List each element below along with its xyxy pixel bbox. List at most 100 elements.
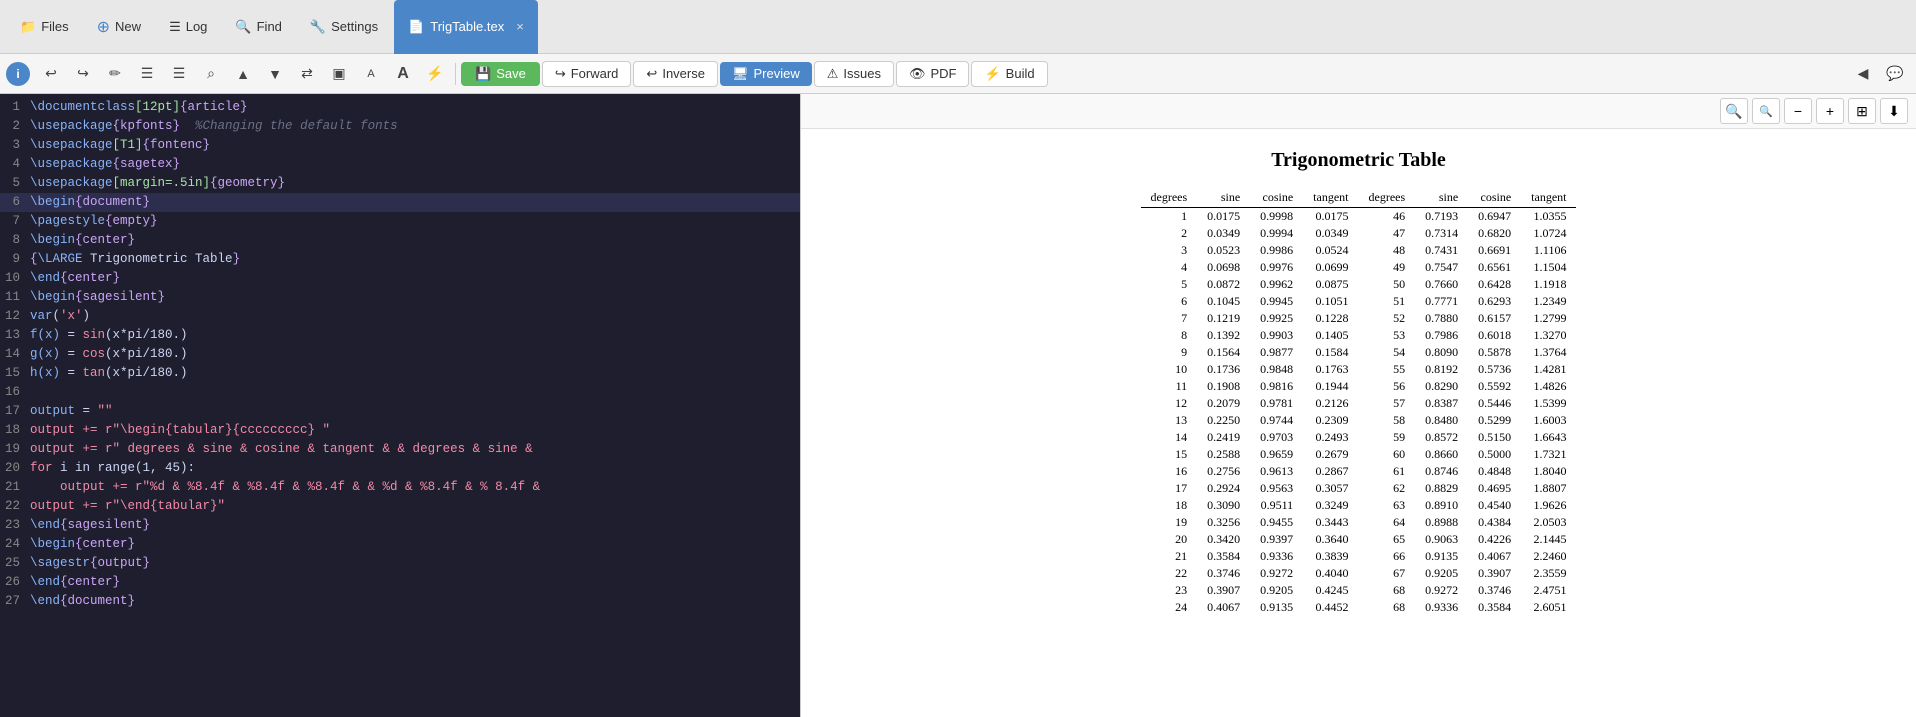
table-cell: 0.8290 bbox=[1415, 378, 1468, 395]
preview-button[interactable]: 🖥 Preview bbox=[720, 62, 812, 86]
build-label: Build bbox=[1006, 66, 1035, 81]
table-cell: 0.6820 bbox=[1468, 225, 1521, 242]
active-tab[interactable]: 📄 TrigTable.tex × bbox=[394, 0, 538, 54]
table-cell: 0.3420 bbox=[1197, 531, 1250, 548]
forward-button[interactable]: ↪ Forward bbox=[542, 61, 632, 87]
table-header: sine bbox=[1197, 188, 1250, 208]
table-cell: 0.2679 bbox=[1303, 446, 1358, 463]
table-cell: 0.8480 bbox=[1415, 412, 1468, 429]
table-cell: 2.6051 bbox=[1521, 599, 1576, 616]
table-cell: 57 bbox=[1359, 395, 1416, 412]
code-line: 9{\LARGE Trigonometric Table} bbox=[0, 250, 800, 269]
tab-close-button[interactable]: × bbox=[516, 19, 524, 34]
arrows-button[interactable]: ⇄ bbox=[292, 60, 322, 88]
undo-button[interactable]: ↩ bbox=[36, 60, 66, 88]
table-cell: 65 bbox=[1359, 531, 1416, 548]
files-button[interactable]: 📁 Files bbox=[8, 13, 81, 41]
table-cell: 0.4540 bbox=[1468, 497, 1521, 514]
up-button[interactable]: ▲ bbox=[228, 60, 258, 88]
code-line: 13f(x) = sin(x*pi/180.) bbox=[0, 326, 800, 345]
table-cell: 0.1584 bbox=[1303, 344, 1358, 361]
download-button[interactable]: ⬇ bbox=[1880, 98, 1908, 124]
zoom-plus-button[interactable]: + bbox=[1816, 98, 1844, 124]
table-cell: 0.9976 bbox=[1250, 259, 1303, 276]
table-cell: 0.9336 bbox=[1250, 548, 1303, 565]
split-button[interactable]: ▣ bbox=[324, 60, 354, 88]
a-small-button[interactable]: A bbox=[356, 60, 386, 88]
table-cell: 3 bbox=[1141, 242, 1198, 259]
new-button[interactable]: ⊕ New bbox=[85, 11, 153, 43]
line-number: 11 bbox=[0, 288, 30, 307]
table-cell: 0.0523 bbox=[1197, 242, 1250, 259]
list1-button[interactable]: ☰ bbox=[132, 60, 162, 88]
table-cell: 55 bbox=[1359, 361, 1416, 378]
code-line: 2\usepackage{kpfonts} %Changing the defa… bbox=[0, 117, 800, 136]
table-cell: 0.4067 bbox=[1197, 599, 1250, 616]
code-editor[interactable]: 1\documentclass[12pt]{article}2\usepacka… bbox=[0, 94, 800, 717]
table-cell: 1.5399 bbox=[1521, 395, 1576, 412]
table-cell: 0.5299 bbox=[1468, 412, 1521, 429]
line-number: 9 bbox=[0, 250, 30, 269]
table-cell: 0.0349 bbox=[1303, 225, 1358, 242]
build-button[interactable]: ⚡ Build bbox=[971, 61, 1047, 87]
log-button[interactable]: ☰ Log bbox=[157, 13, 219, 41]
line-content: \sagestr{output} bbox=[30, 554, 800, 573]
code-line: 3\usepackage[T1]{fontenc} bbox=[0, 136, 800, 155]
table-cell: 0.9994 bbox=[1250, 225, 1303, 242]
table-cell: 0.9744 bbox=[1250, 412, 1303, 429]
table-cell: 0.9945 bbox=[1250, 293, 1303, 310]
inverse-button[interactable]: ↩ Inverse bbox=[633, 61, 718, 87]
find-button[interactable]: 🔍 Find bbox=[223, 13, 293, 41]
collapse-button[interactable]: ◀ bbox=[1848, 60, 1878, 88]
pdf-label: PDF bbox=[930, 66, 956, 81]
table-cell: 0.5446 bbox=[1468, 395, 1521, 412]
table-cell: 10 bbox=[1141, 361, 1198, 378]
info-badge: i bbox=[6, 62, 30, 86]
table-cell: 0.4245 bbox=[1303, 582, 1358, 599]
zoom-minus-button[interactable]: − bbox=[1784, 98, 1812, 124]
table-header: tangent bbox=[1521, 188, 1576, 208]
zoom-search-out-button[interactable]: 🔍 bbox=[1752, 98, 1780, 124]
search-button[interactable]: ⌕ bbox=[196, 60, 226, 88]
settings-icon: 🔧 bbox=[310, 19, 326, 35]
table-cell: 0.1219 bbox=[1197, 310, 1250, 327]
table-cell: 0.9903 bbox=[1250, 327, 1303, 344]
table-cell: 0.0872 bbox=[1197, 276, 1250, 293]
format-button[interactable]: ✏ bbox=[100, 60, 130, 88]
settings-button[interactable]: 🔧 Settings bbox=[298, 13, 390, 41]
toolbar: i ↩ ↪ ✏ ☰ ☰ ⌕ ▲ ▼ ⇄ ▣ A A ⚡ 💾 Save ↪ For… bbox=[0, 54, 1916, 94]
table-cell: 0.9781 bbox=[1250, 395, 1303, 412]
table-cell: 0.3584 bbox=[1197, 548, 1250, 565]
issues-button[interactable]: ⚠ Issues bbox=[814, 61, 894, 87]
lightning-button[interactable]: ⚡ bbox=[420, 60, 450, 88]
table-cell: 0.9986 bbox=[1250, 242, 1303, 259]
table-cell: 46 bbox=[1359, 208, 1416, 226]
list2-button[interactable]: ☰ bbox=[164, 60, 194, 88]
chat-button[interactable]: 💬 bbox=[1880, 60, 1910, 88]
pdf-button[interactable]: 👁 PDF bbox=[896, 61, 970, 87]
table-cell: 0.9659 bbox=[1250, 446, 1303, 463]
zoom-search-in-button[interactable]: 🔍 bbox=[1720, 98, 1748, 124]
main-area: 1\documentclass[12pt]{article}2\usepacka… bbox=[0, 94, 1916, 717]
line-content: \end{sagesilent} bbox=[30, 516, 800, 535]
table-header: cosine bbox=[1250, 188, 1303, 208]
save-label: Save bbox=[496, 66, 526, 81]
tab-label: TrigTable.tex bbox=[430, 19, 504, 34]
table-cell: 1.2799 bbox=[1521, 310, 1576, 327]
table-cell: 13 bbox=[1141, 412, 1198, 429]
table-cell: 0.9703 bbox=[1250, 429, 1303, 446]
a-large-button[interactable]: A bbox=[388, 60, 418, 88]
save-button[interactable]: 💾 Save bbox=[461, 62, 540, 86]
table-cell: 0.8572 bbox=[1415, 429, 1468, 446]
grid-button[interactable]: ⊞ bbox=[1848, 98, 1876, 124]
line-content: output += r"\begin{tabular}{ccccccccc} " bbox=[30, 421, 800, 440]
table-cell: 1.0355 bbox=[1521, 208, 1576, 226]
issues-label: Issues bbox=[843, 66, 881, 81]
table-cell: 0.9336 bbox=[1415, 599, 1468, 616]
table-cell: 0.4695 bbox=[1468, 480, 1521, 497]
files-icon: 📁 bbox=[20, 19, 36, 35]
table-cell: 0.9272 bbox=[1415, 582, 1468, 599]
redo-button[interactable]: ↪ bbox=[68, 60, 98, 88]
table-cell: 60 bbox=[1359, 446, 1416, 463]
down-button[interactable]: ▼ bbox=[260, 60, 290, 88]
